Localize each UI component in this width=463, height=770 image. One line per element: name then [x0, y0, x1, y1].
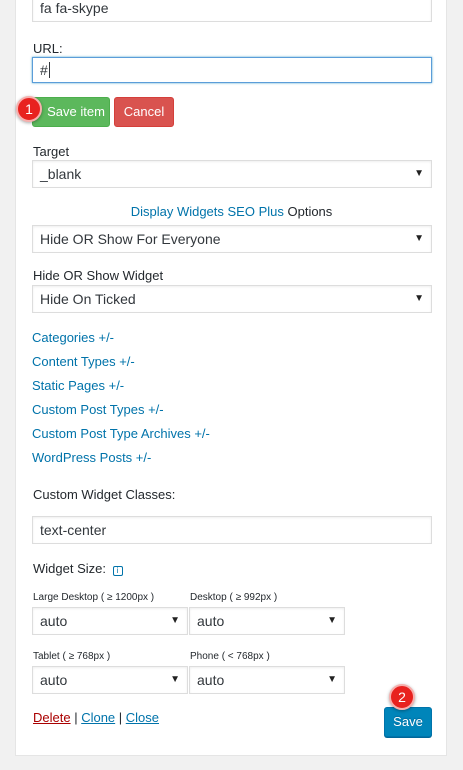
clone-link[interactable]: Clone [81, 710, 115, 725]
phone-select[interactable]: auto ▼ [189, 666, 345, 694]
hide-show-selected: Hide On Ticked [40, 291, 136, 307]
text-caret [48, 62, 50, 78]
delete-link[interactable]: Delete [33, 710, 71, 725]
chevron-down-icon: ▼ [170, 674, 180, 685]
chevron-down-icon: ▼ [327, 615, 337, 626]
target-selected: _blank [40, 166, 82, 182]
widget-control-actions: Delete | Clone | Close [33, 710, 159, 725]
toggle-content-types[interactable]: Content Types +/- [32, 354, 135, 369]
hide-show-select[interactable]: Hide On Ticked ▼ [32, 285, 432, 313]
hide-show-label: Hide OR Show Widget [33, 268, 164, 283]
tablet-selected: auto [40, 672, 68, 688]
icon-class-input[interactable]: fa fa-skype [32, 0, 432, 22]
url-label: URL: [33, 41, 63, 56]
visibility-mode-selected: Hide OR Show For Everyone [40, 231, 221, 247]
desktop-selected: auto [197, 613, 225, 629]
chevron-down-icon: ▼ [414, 233, 424, 244]
target-select[interactable]: _blank ▼ [32, 160, 432, 188]
info-icon[interactable]: i [112, 566, 123, 576]
toggle-custom-post-type-archives[interactable]: Custom Post Type Archives +/- [32, 426, 210, 441]
save-item-button[interactable]: Save item [32, 97, 110, 127]
target-label: Target [33, 144, 70, 159]
tablet-label: Tablet ( ≥ 768px ) [33, 651, 111, 662]
cancel-button[interactable]: Cancel [114, 97, 174, 127]
dw-options-suffix: Options [283, 204, 333, 219]
save-button[interactable]: Save [384, 707, 432, 737]
desktop-label: Desktop ( ≥ 992px ) [190, 592, 278, 603]
chevron-down-icon: ▼ [414, 168, 424, 179]
widget-size-label: Widget Size: i [33, 561, 123, 576]
custom-classes-label: Custom Widget Classes: [33, 487, 176, 502]
tablet-select[interactable]: auto ▼ [32, 666, 188, 694]
dw-plugin-link[interactable]: Display Widgets SEO Plus [131, 204, 284, 219]
toggle-categories[interactable]: Categories +/- [32, 330, 114, 345]
chevron-down-icon: ▼ [414, 293, 424, 304]
toggle-static-pages[interactable]: Static Pages +/- [32, 378, 124, 393]
chevron-down-icon: ▼ [170, 615, 180, 626]
custom-classes-value: text-center [40, 522, 107, 538]
step-marker-1: 1 [16, 96, 42, 122]
toggle-custom-post-types[interactable]: Custom Post Types +/- [32, 402, 164, 417]
phone-label: Phone ( < 768px ) [190, 651, 270, 662]
url-value: # [40, 62, 48, 78]
separator: | [70, 710, 82, 725]
phone-selected: auto [197, 672, 225, 688]
visibility-mode-select[interactable]: Hide OR Show For Everyone ▼ [32, 225, 432, 253]
large-desktop-selected: auto [40, 613, 68, 629]
step-marker-2: 2 [389, 684, 415, 710]
icon-class-value: fa fa-skype [40, 0, 109, 16]
dw-options-heading: Display Widgets SEO Plus Options [0, 204, 463, 219]
desktop-select[interactable]: auto ▼ [189, 607, 345, 635]
custom-classes-input[interactable]: text-center [32, 516, 432, 544]
toggle-wordpress-posts[interactable]: WordPress Posts +/- [32, 450, 151, 465]
large-desktop-label: Large Desktop ( ≥ 1200px ) [33, 592, 155, 603]
widget-size-text: Widget Size: [33, 561, 106, 576]
separator: | [115, 710, 126, 725]
chevron-down-icon: ▼ [327, 674, 337, 685]
url-input[interactable]: # [32, 57, 432, 83]
close-link[interactable]: Close [126, 710, 159, 725]
large-desktop-select[interactable]: auto ▼ [32, 607, 188, 635]
